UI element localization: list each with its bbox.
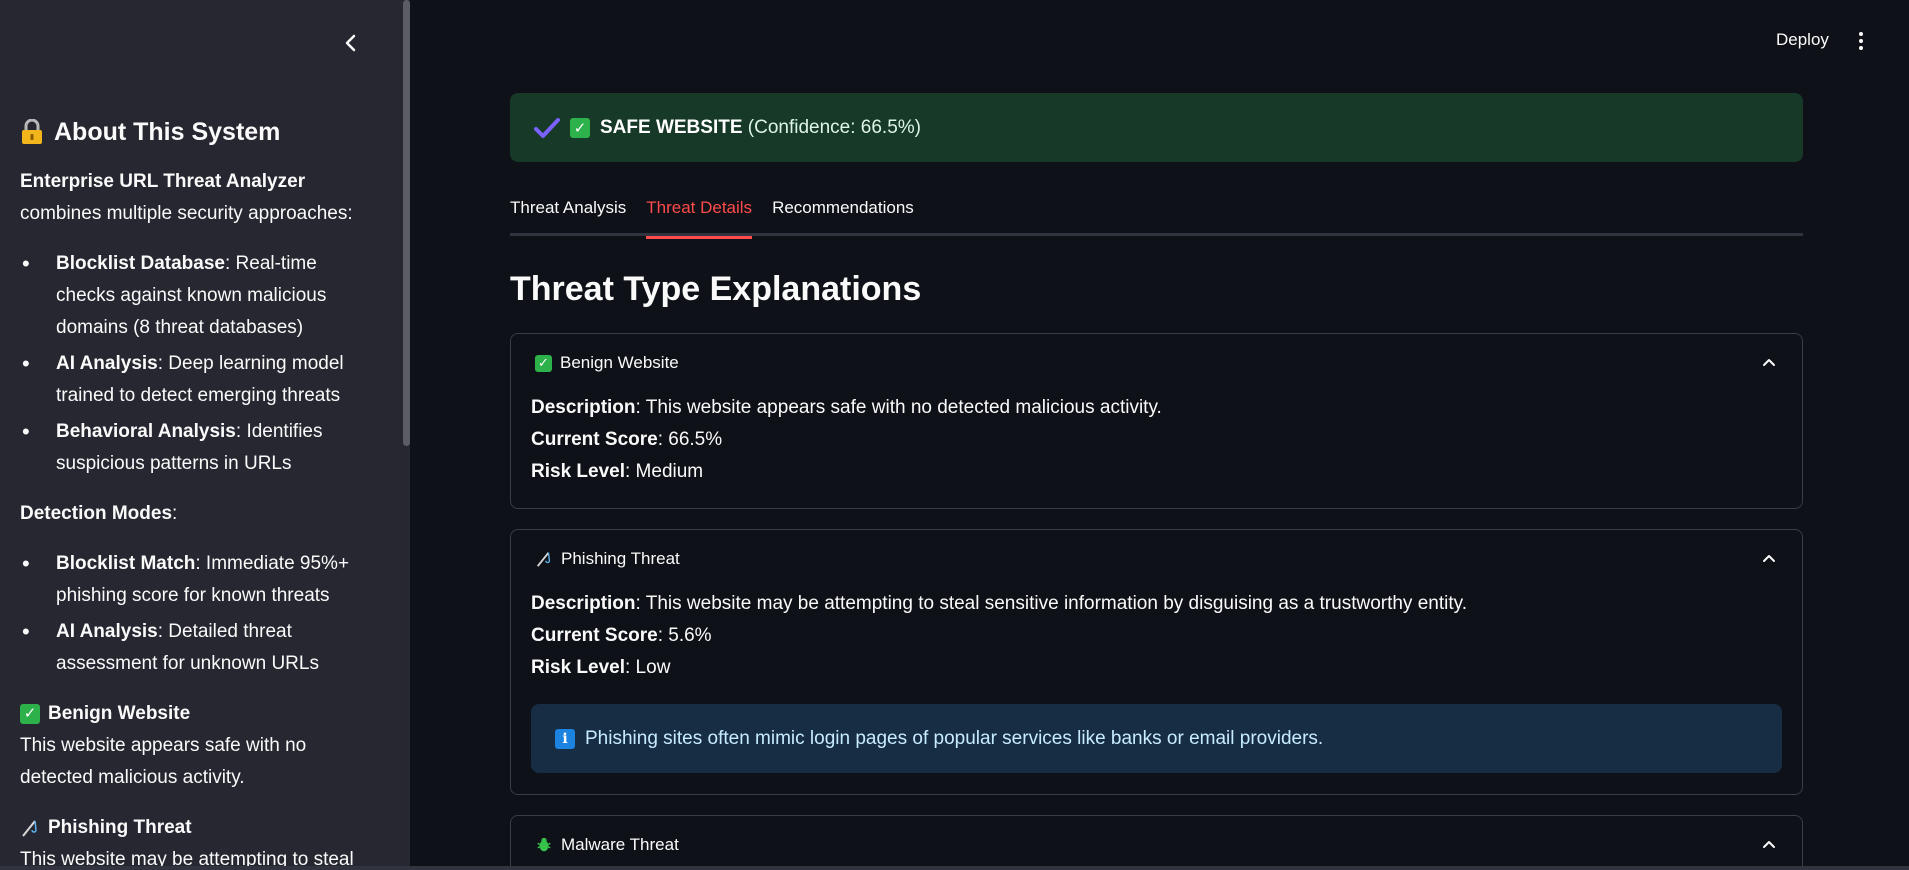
detection-heading-text: Detection Modes [20,503,173,524]
check-mark-icon: ✓ [535,354,552,372]
chevron-up-icon [1763,359,1775,366]
status-label: SAFE WEBSITE [600,116,743,138]
sidebar: About This System Enterprise URL Threat … [0,0,410,870]
detection-heading-colon: : [172,503,178,524]
intro-text: combines multiple security approaches: [20,203,353,224]
expander-body: Description: This website may be attempt… [511,588,1802,773]
collapse-sidebar-button[interactable] [338,30,364,56]
risk-value: : Medium [625,461,704,482]
risk-value: : Low [625,657,671,678]
expander-header[interactable]: ✓ Benign Website [511,334,1802,392]
list-item: Blocklist Match: Immediate 95%+ phishing… [22,548,380,612]
expander-body: Description: This website appears safe w… [511,392,1802,488]
lock-icon [22,119,42,144]
list-item-bold: Blocklist Match [56,553,196,574]
main-menu-icon[interactable] [1854,30,1868,52]
score-value: : 5.6% [657,625,712,646]
bug-icon [537,837,551,852]
info-text: Phishing sites often mimic login pages o… [585,727,1324,749]
confidence-text: (Confidence: 66.5%) [742,116,922,138]
list-item-bold: AI Analysis [56,621,158,642]
check-mark-icon: ✓ [20,704,40,724]
description-value: : This website appears safe with no dete… [635,397,1162,418]
status-text: SAFE WEBSITE (Confidence: 66.5%) [600,117,921,139]
expander-header[interactable]: Malware Threat [511,816,1802,870]
sidebar-title-text: About This System [54,118,281,146]
score-label: Current Score [531,625,658,646]
chevron-up-icon [1763,555,1775,562]
description-label: Description [531,593,636,614]
check-mark-icon: ✓ [570,117,590,138]
sidebar-benign-title: Benign Website [48,703,191,724]
score-label: Current Score [531,429,658,450]
info-callout: i Phishing sites often mimic login pages… [531,704,1782,773]
sidebar-title: About This System [20,112,380,152]
list-item: AI Analysis: Detailed threat assessment … [22,616,380,680]
detection-modes-heading: Detection Modes: [20,498,380,530]
intro-bold: Enterprise URL Threat Analyzer [20,171,306,192]
risk-label: Risk Level [531,657,625,678]
sidebar-benign-text: This website appears safe with no detect… [20,735,307,788]
score-value: : 66.5% [657,429,723,450]
info-icon: i [555,728,575,749]
list-item: Blocklist Database: Real-time checks aga… [22,248,380,344]
section-title: Threat Type Explanations [510,270,922,308]
sidebar-content: About This System Enterprise URL Threat … [20,112,380,870]
expander-benign: ✓ Benign Website Description: This websi… [510,333,1803,509]
sidebar-phishing-title: Phishing Threat [48,817,192,838]
sidebar-phishing-heading: Phishing Threat [20,812,380,844]
score-line: Current Score: 66.5% [531,424,1782,456]
tab-bar: Threat Analysis Threat Details Recommend… [510,196,1803,239]
deploy-button[interactable]: Deploy [1776,30,1829,50]
expander-header[interactable]: Phishing Threat [511,530,1802,588]
fishing-pole-icon [22,820,37,837]
list-item: Behavioral Analysis: Identifies suspicio… [22,416,380,480]
sidebar-scrollbar[interactable] [403,0,410,446]
tab-threat-details[interactable]: Threat Details [646,196,752,239]
risk-line: Risk Level: Medium [531,456,1782,488]
description-line: Description: This website appears safe w… [531,392,1782,424]
description-label: Description [531,397,636,418]
expander-title: Phishing Threat [561,549,680,568]
description-line: Description: This website may be attempt… [531,588,1782,620]
list-item-bold: Behavioral Analysis [56,421,236,442]
expander-malware: Malware Threat [510,815,1803,870]
modes-list: Blocklist Match: Immediate 95%+ phishing… [22,548,380,680]
fishing-pole-icon [536,552,551,567]
score-line: Current Score: 5.6% [531,620,1782,652]
risk-label: Risk Level [531,461,625,482]
expander-phishing: Phishing Threat Description: This websit… [510,529,1803,795]
heavy-check-icon [534,117,560,138]
tab-recommendations[interactable]: Recommendations [772,196,914,236]
approaches-list: Blocklist Database: Real-time checks aga… [22,248,380,480]
list-item: AI Analysis: Deep learning model trained… [22,348,380,412]
chevron-up-icon [1763,841,1775,848]
risk-line: Risk Level: Low [531,652,1782,684]
sidebar-intro: Enterprise URL Threat Analyzer combines … [20,166,380,230]
description-value: : This website may be attempting to stea… [635,593,1467,614]
tab-threat-analysis[interactable]: Threat Analysis [510,196,626,236]
chevron-left-icon [345,34,356,52]
list-item-bold: Blocklist Database [56,253,225,274]
bottom-divider [0,866,1909,870]
sidebar-benign-heading: ✓ Benign Website [20,698,380,730]
expander-title: Benign Website [560,353,679,372]
status-banner: ✓ SAFE WEBSITE (Confidence: 66.5%) [510,93,1803,162]
list-item-bold: AI Analysis [56,353,158,374]
expander-title: Malware Threat [561,835,679,854]
